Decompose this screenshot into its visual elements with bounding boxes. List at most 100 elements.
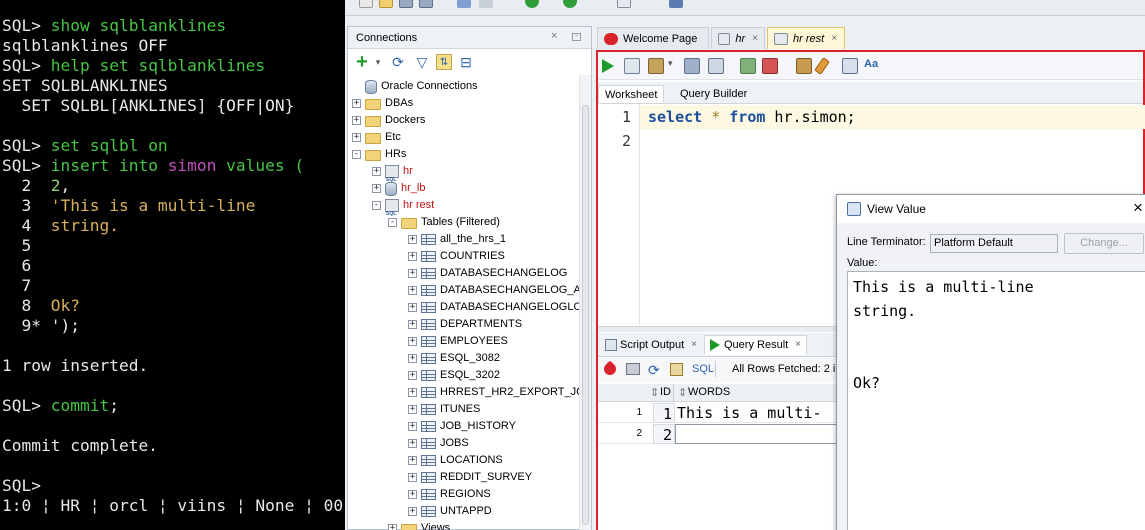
undo-icon[interactable] — [457, 0, 471, 8]
save-icon[interactable] — [399, 0, 413, 8]
tree-node-oracle-connections[interactable]: Oracle Connections — [352, 78, 478, 95]
tree-node-table[interactable]: + DATABASECHANGELOGLOC — [408, 299, 580, 316]
collapse-icon[interactable]: - — [352, 150, 361, 159]
tree-node-table[interactable]: + DEPARTMENTS — [408, 316, 522, 333]
expand-icon[interactable]: + — [408, 320, 417, 329]
tab-query-builder[interactable]: Query Builder — [674, 85, 753, 103]
tree-node-folder[interactable]: + Etc — [352, 129, 401, 146]
tab-worksheet[interactable]: Worksheet — [598, 85, 665, 103]
tree-node-table[interactable]: + ESQL_3082 — [408, 350, 500, 367]
save-all-icon[interactable] — [419, 0, 433, 8]
expand-icon[interactable]: + — [408, 439, 417, 448]
add-connection-icon[interactable]: + — [354, 52, 370, 72]
expand-icon[interactable]: + — [408, 507, 417, 516]
tree-node-connection[interactable]: + hr — [372, 163, 413, 189]
expand-icon[interactable]: + — [408, 456, 417, 465]
expand-icon[interactable]: + — [408, 286, 417, 295]
schema-browser-icon[interactable]: ⇅ — [436, 54, 452, 70]
tab-welcome-page[interactable]: Welcome Page — [597, 27, 709, 49]
expand-icon[interactable]: + — [408, 405, 417, 414]
sort-icon[interactable]: ⇕ — [650, 386, 659, 399]
tree-node-table[interactable]: + UNTAPPD — [408, 503, 492, 520]
expand-icon[interactable]: + — [352, 99, 361, 108]
minimize-icon[interactable]: - — [572, 32, 581, 41]
tree-node-table[interactable]: + JOBS — [408, 435, 469, 452]
tree-node-table[interactable]: + ESQL_3202 — [408, 367, 500, 384]
tree-node-table[interactable]: + DATABASECHANGELOG — [408, 265, 567, 282]
tree-node-folder[interactable]: + Dockers — [352, 112, 425, 129]
tree-node-connection[interactable]: - hr rest — [372, 197, 434, 223]
tree-node-table[interactable]: + REDDIT_SURVEY — [408, 469, 532, 486]
tree-node-table[interactable]: + ITUNES — [408, 401, 480, 418]
tree-node-table[interactable]: + HRREST_HR2_EXPORT_JC — [408, 384, 580, 401]
dropdown-icon[interactable]: ▾ — [668, 58, 676, 74]
terminal-window[interactable]: SQL> show sqlblanklines sqlblanklines OFF… — [0, 0, 345, 530]
expand-icon[interactable]: + — [408, 422, 417, 431]
tree-node-views[interactable]: + Views — [388, 520, 450, 530]
run-script-icon[interactable] — [624, 58, 640, 74]
print-icon[interactable] — [626, 363, 640, 375]
tree-node-table[interactable]: + all_the_hrs_1 — [408, 231, 506, 248]
commit-icon[interactable] — [740, 58, 756, 74]
sort-icon[interactable]: ⇕ — [678, 386, 687, 399]
expand-icon[interactable]: + — [408, 388, 417, 397]
expand-icon[interactable]: + — [388, 524, 397, 530]
expand-icon[interactable]: + — [372, 184, 381, 193]
format-case-icon[interactable]: Aa — [864, 58, 880, 74]
column-header-id[interactable]: ID — [660, 386, 671, 398]
close-icon[interactable]: × — [831, 33, 837, 44]
open-icon[interactable] — [379, 0, 393, 8]
tree-node-connection[interactable]: + hr_lb — [372, 180, 425, 197]
close-icon[interactable]: × — [1133, 198, 1143, 218]
redo-icon[interactable] — [479, 0, 493, 8]
cell-id[interactable]: 2 — [653, 424, 675, 444]
expand-icon[interactable]: + — [352, 116, 361, 125]
close-icon[interactable]: × — [795, 335, 801, 355]
dropdown-icon[interactable]: ▾ — [370, 54, 386, 70]
tree-node-tables[interactable]: - Tables (Filtered) — [388, 214, 500, 231]
sql-link[interactable]: SQL — [692, 363, 714, 375]
clear-icon[interactable] — [814, 57, 830, 75]
new-icon[interactable] — [359, 0, 373, 8]
cell-words[interactable]: This is a multi- — [675, 403, 822, 423]
pin-icon[interactable] — [601, 360, 619, 378]
expand-icon[interactable]: + — [372, 167, 381, 176]
sql-statement[interactable]: select * from hr.simon; — [648, 108, 856, 126]
tree-node-table[interactable]: + LOCATIONS — [408, 452, 503, 469]
tree-scrollbar[interactable] — [579, 75, 591, 530]
run-statement-icon[interactable] — [602, 59, 614, 73]
tree-node-folder[interactable]: + DBAs — [352, 95, 413, 112]
autotrace-icon[interactable] — [648, 58, 664, 74]
close-icon[interactable]: × — [551, 30, 557, 42]
tree-node-table[interactable]: + REGIONS — [408, 486, 491, 503]
close-icon[interactable]: × — [691, 335, 697, 355]
tab-script-output[interactable]: Script Output × — [600, 335, 702, 355]
change-button[interactable]: Change... — [1064, 233, 1144, 254]
tree-node-table[interactable]: + JOB_HISTORY — [408, 418, 516, 435]
sql-filter-icon[interactable] — [670, 363, 683, 376]
collapse-icon[interactable]: - — [388, 218, 397, 227]
line-terminator-field[interactable]: Platform Default — [930, 234, 1058, 253]
expand-icon[interactable]: + — [352, 133, 361, 142]
expand-icon[interactable]: + — [408, 473, 417, 482]
filter-icon[interactable]: ▽ — [414, 54, 430, 70]
tree-node-table[interactable]: + DATABASECHANGELOG_AC — [408, 282, 580, 299]
expand-icon[interactable]: + — [408, 303, 417, 312]
cell-id[interactable]: 1 — [653, 403, 675, 423]
refresh-icon[interactable]: ⟳ — [390, 54, 406, 70]
close-icon[interactable]: × — [752, 33, 758, 44]
tree-node-table[interactable]: + EMPLOYEES — [408, 333, 508, 350]
refresh-icon[interactable]: ⟳ — [648, 362, 660, 379]
expand-icon[interactable]: + — [408, 252, 417, 261]
expand-icon[interactable]: + — [408, 235, 417, 244]
tab-hr[interactable]: hr × — [711, 27, 765, 49]
back-icon[interactable] — [525, 0, 539, 8]
sql-worksheet-icon[interactable] — [617, 0, 631, 8]
forward-icon[interactable] — [563, 0, 577, 8]
collapse-all-icon[interactable]: ⊟ — [458, 54, 474, 70]
expand-icon[interactable]: + — [408, 354, 417, 363]
tab-query-result[interactable]: Query Result × — [704, 335, 808, 355]
cell-words[interactable] — [675, 424, 837, 444]
collapse-icon[interactable]: - — [372, 201, 381, 210]
history-icon[interactable] — [842, 58, 858, 74]
